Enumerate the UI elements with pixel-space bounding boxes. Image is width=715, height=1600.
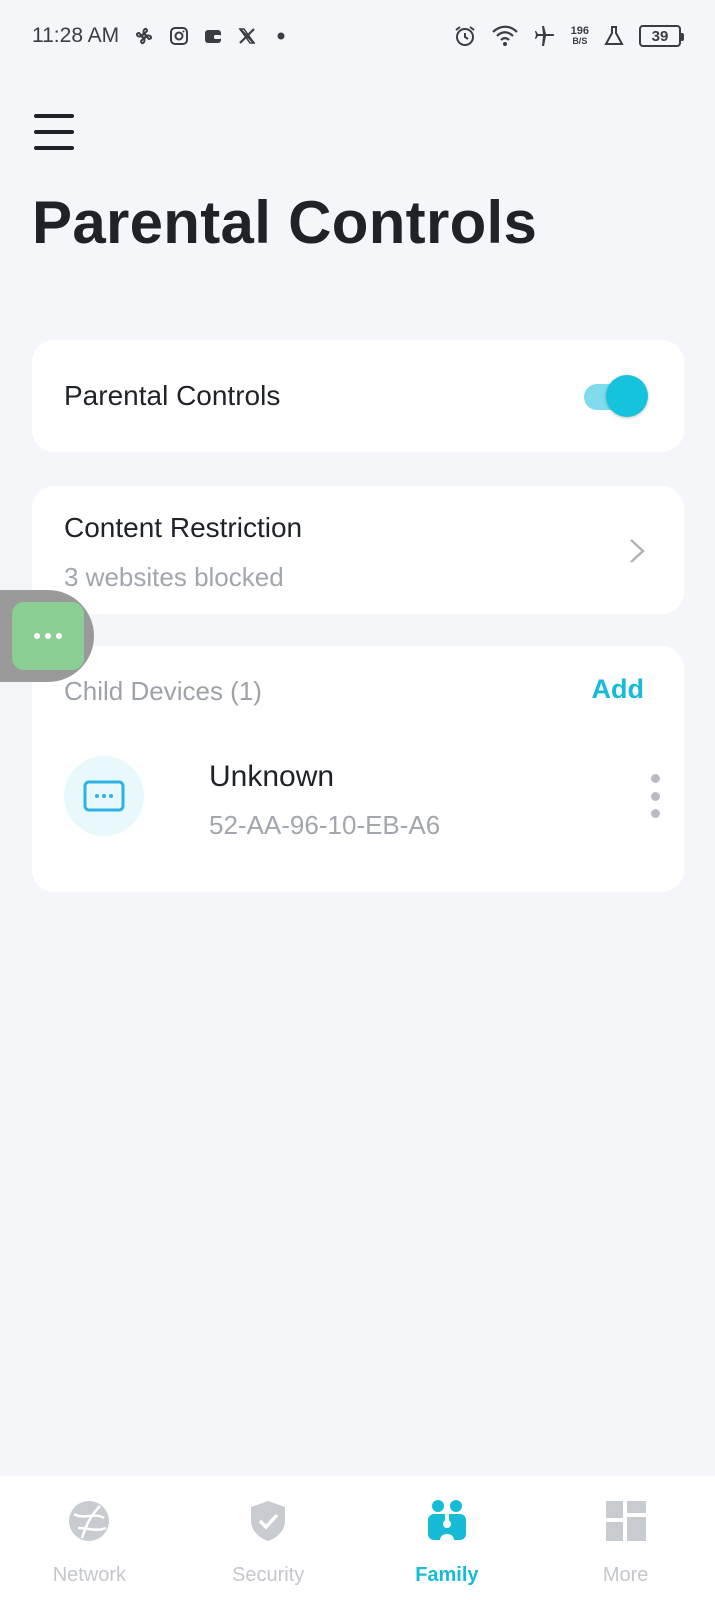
page-title: Parental Controls [32, 189, 538, 256]
child-devices-header: Child Devices (1) [64, 676, 262, 706]
nav-label-network: Network [52, 1564, 127, 1586]
wallet-icon [203, 26, 223, 46]
menu-bar-line [34, 146, 74, 150]
toggle-knob [606, 375, 648, 417]
wifi-icon [491, 24, 519, 48]
net-speed: 196 B/S [570, 25, 589, 47]
device-name: Unknown [209, 760, 335, 793]
content-restriction-card[interactable]: Content Restriction 3 websites blocked [32, 486, 684, 614]
child-devices-card: Child Devices (1) Add Unknown 52-AA-96-1… [32, 646, 684, 892]
airplane-icon [533, 24, 557, 48]
x-icon [237, 26, 257, 46]
nav-item-more[interactable]: More [536, 1476, 715, 1600]
net-speed-unit: B/S [572, 36, 588, 46]
content-restriction-subtitle: 3 websites blocked [64, 562, 284, 592]
fan-icon [133, 25, 155, 47]
shield-icon [251, 1501, 286, 1541]
nav-label-more: More [602, 1564, 649, 1586]
ellipsis-dot [34, 633, 40, 639]
battery-indicator: 39 [639, 25, 684, 47]
ellipsis-dot [45, 633, 51, 639]
more-dot [650, 791, 660, 801]
status-time: 11:28 AM [32, 24, 120, 47]
flask-icon [603, 25, 625, 47]
family-icon [427, 1500, 466, 1540]
dot-icon [271, 26, 291, 46]
device-icon [83, 780, 125, 812]
parental-controls-toggle[interactable] [582, 374, 648, 418]
status-bar: 11:28 AM 196 B/S 39 [0, 0, 715, 72]
net-speed-value: 196 [570, 25, 589, 37]
instagram-icon [169, 26, 189, 46]
device-row[interactable]: Unknown 52-AA-96-10-EB-A6 [64, 756, 660, 840]
more-options-icon[interactable] [648, 774, 662, 818]
bottom-nav: Network Security Family More [0, 1476, 715, 1600]
more-dot [650, 774, 660, 783]
status-right: 196 B/S 39 [453, 24, 684, 48]
nav-item-security[interactable]: Security [179, 1476, 358, 1600]
nav-item-family[interactable]: Family [358, 1476, 537, 1600]
status-left: 11:28 AM [32, 24, 291, 48]
parental-controls-label: Parental Controls [64, 380, 281, 411]
nav-item-network[interactable]: Network [0, 1476, 179, 1600]
menu-bar-line [34, 114, 74, 118]
more-dot [650, 809, 660, 818]
menu-bar-line [34, 130, 74, 134]
nav-label-family: Family [415, 1564, 479, 1586]
hamburger-menu-icon[interactable] [34, 114, 76, 150]
device-avatar [64, 756, 144, 836]
alarm-icon [453, 24, 477, 48]
battery-level: 39 [651, 27, 669, 45]
ellipsis-icon [12, 602, 84, 670]
grid-icon [605, 1501, 646, 1541]
parental-controls-card: Parental Controls [32, 340, 684, 452]
floating-assistant-button[interactable] [0, 590, 94, 682]
chevron-right-icon [630, 539, 645, 563]
globe-icon [69, 1501, 110, 1541]
add-device-button[interactable]: Add [592, 674, 644, 705]
device-mac-address: 52-AA-96-10-EB-A6 [209, 810, 441, 840]
ellipsis-dot [56, 633, 62, 639]
content-restriction-title: Content Restriction [64, 512, 303, 543]
nav-label-security: Security [232, 1564, 305, 1586]
